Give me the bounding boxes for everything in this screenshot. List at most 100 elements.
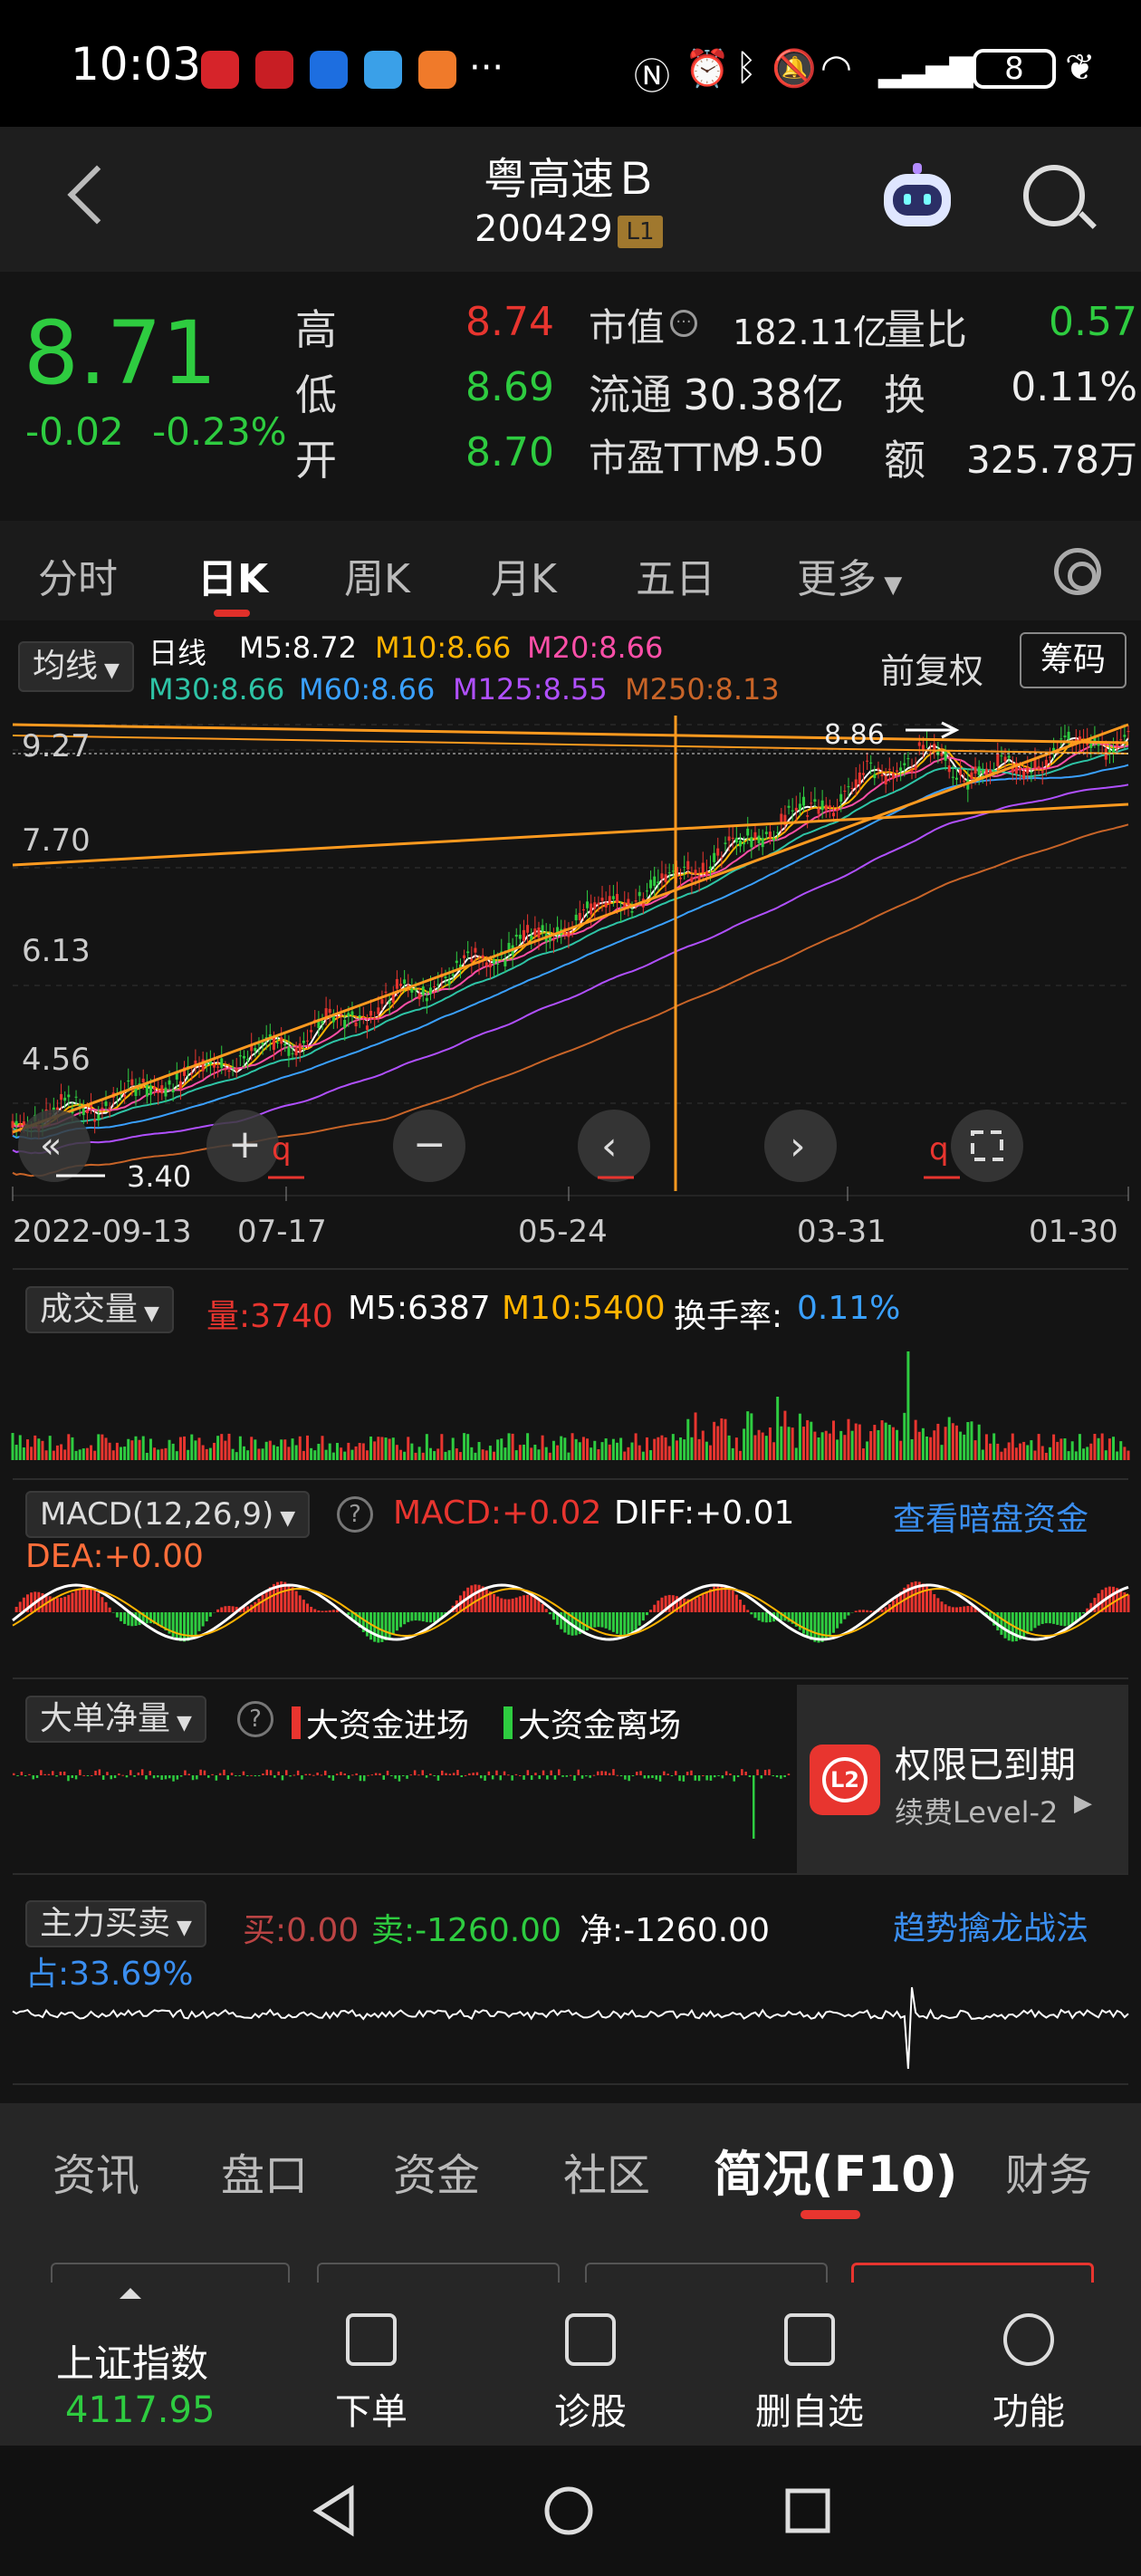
- volume-bar: [365, 1450, 369, 1460]
- expand-up-icon[interactable]: [120, 2288, 141, 2299]
- bottom-dock: 上证指数 4117.95 下单 诊股 删自选 功能: [0, 2283, 1141, 2446]
- volume-bar: [205, 1448, 208, 1460]
- status-time: 10:03: [71, 38, 202, 91]
- help-icon[interactable]: ?: [237, 1701, 273, 1737]
- diagnose-icon[interactable]: [565, 2313, 616, 2366]
- index-name[interactable]: 上证指数: [56, 2333, 208, 2389]
- macd-bar: [604, 1612, 608, 1629]
- volume-bar: [235, 1452, 238, 1460]
- volume-bar: [451, 1437, 455, 1460]
- dock-remove-favorite[interactable]: 删自选: [737, 2382, 882, 2435]
- volume-bar: [224, 1440, 227, 1460]
- tab-capital[interactable]: 资金: [393, 2139, 480, 2203]
- big-order-bar: [129, 1770, 132, 1775]
- tab-news[interactable]: 资讯: [53, 2139, 139, 2203]
- volume-bar: [791, 1427, 794, 1460]
- settings-gear-icon[interactable]: [1054, 548, 1101, 595]
- volume-bar: [716, 1426, 720, 1460]
- macd-bar: [843, 1612, 847, 1620]
- trend-strategy-link[interactable]: 趋势擒龙战法: [893, 1902, 1088, 1949]
- volume-bar: [388, 1438, 391, 1460]
- big-order-dropdown[interactable]: 大单净量 ▼: [25, 1696, 206, 1743]
- macd-bar: [1112, 1586, 1116, 1612]
- renew-level2-link[interactable]: 续费Level-2: [895, 1790, 1058, 1831]
- search-icon[interactable]: [1023, 165, 1085, 226]
- dock-diagnose[interactable]: 诊股: [518, 2382, 663, 2435]
- tab-profile-f10[interactable]: 简况(F10): [714, 2134, 957, 2206]
- sub-tab-chip[interactable]: [585, 2263, 828, 2284]
- big-order-bar: [413, 1770, 417, 1775]
- macd-bar: [331, 1610, 335, 1612]
- candle-body: [395, 978, 398, 989]
- big-order-bar: [218, 1773, 222, 1775]
- tab-community[interactable]: 社区: [563, 2139, 650, 2203]
- big-order-bar: [230, 1773, 234, 1775]
- nav-back-icon[interactable]: [308, 2484, 362, 2538]
- macd-bar: [600, 1612, 604, 1628]
- candle-body: [242, 1055, 245, 1059]
- tab-more[interactable]: 更多 ▼: [797, 546, 902, 604]
- tab-weekly-k[interactable]: 周K: [344, 546, 410, 604]
- tab-daily-k[interactable]: 日K: [197, 546, 268, 604]
- macd-bar: [858, 1610, 861, 1612]
- function-menu-icon[interactable]: [1003, 2313, 1054, 2366]
- candle-body: [847, 786, 850, 788]
- volume-dropdown[interactable]: 成交量 ▼: [25, 1286, 174, 1333]
- big-order-bar: [526, 1770, 530, 1775]
- candle-body: [578, 912, 581, 920]
- tab-finance[interactable]: 财务: [1005, 2139, 1092, 2203]
- macd-bar: [522, 1595, 525, 1612]
- candle-body: [1022, 771, 1026, 780]
- tab-intraday[interactable]: 分时: [38, 546, 118, 604]
- macd-bar: [1003, 1612, 1007, 1639]
- candle-body: [399, 983, 403, 986]
- volume-bar: [380, 1437, 384, 1460]
- macd-bar: [746, 1610, 750, 1612]
- candle-body: [503, 960, 507, 966]
- candle-body: [328, 1008, 331, 1014]
- volume-bar: [623, 1451, 627, 1460]
- candle-body: [896, 770, 899, 773]
- sub-tab-chip[interactable]: [317, 2263, 560, 2284]
- volume-bar: [518, 1445, 522, 1460]
- macd-bar: [391, 1612, 395, 1635]
- big-order-bar: [417, 1774, 420, 1776]
- volume-bar: [242, 1446, 245, 1460]
- tab-five-day[interactable]: 五日: [636, 546, 715, 604]
- volume-bar: [541, 1435, 544, 1460]
- dock-functions[interactable]: 功能: [956, 2382, 1101, 2435]
- adjust-mode[interactable]: 前复权: [880, 643, 983, 693]
- tab-order-book[interactable]: 盘口: [221, 2139, 308, 2203]
- volume-bar: [608, 1444, 611, 1460]
- macd-bar: [264, 1591, 268, 1612]
- sub-tab-chip-active[interactable]: [851, 2263, 1094, 2284]
- nav-home-icon[interactable]: [542, 2484, 596, 2538]
- macd-bar: [410, 1612, 414, 1621]
- nav-recents-icon[interactable]: [781, 2484, 835, 2538]
- big-order-bar: [658, 1775, 662, 1782]
- help-icon[interactable]: ?: [337, 1496, 373, 1533]
- volume-bar: [101, 1434, 104, 1460]
- level2-expired-card[interactable]: L2 权限已到期 续费Level-2 ▶: [797, 1685, 1128, 1873]
- m60-legend: M60:8.66: [299, 672, 436, 706]
- candle-body: [157, 1091, 160, 1093]
- volume-bar: [108, 1442, 111, 1460]
- dark-pool-link[interactable]: 查看暗盘资金: [893, 1493, 1088, 1540]
- ma-dropdown[interactable]: 均线 ▼: [18, 641, 134, 692]
- robot-assistant-icon[interactable]: [878, 161, 956, 234]
- order-form-icon[interactable]: [346, 2313, 397, 2366]
- macd-dropdown[interactable]: MACD(12,26,9) ▼: [25, 1491, 311, 1538]
- big-order-bar: [553, 1775, 557, 1780]
- big-order-bar: [666, 1773, 669, 1775]
- candle-body: [734, 837, 738, 843]
- remove-favorite-icon[interactable]: [784, 2313, 835, 2366]
- open-value: 8.70: [465, 429, 554, 476]
- volume-bar: [477, 1441, 481, 1460]
- dock-order[interactable]: 下单: [299, 2382, 444, 2435]
- macd-bar: [317, 1610, 321, 1612]
- big-order-bar: [296, 1770, 300, 1775]
- sub-tab-chip[interactable]: [51, 2263, 290, 2284]
- chips-button[interactable]: 筹码: [1020, 632, 1127, 688]
- tab-monthly-k[interactable]: 月K: [491, 546, 557, 604]
- main-flow-dropdown[interactable]: 主力买卖 ▼: [25, 1900, 206, 1947]
